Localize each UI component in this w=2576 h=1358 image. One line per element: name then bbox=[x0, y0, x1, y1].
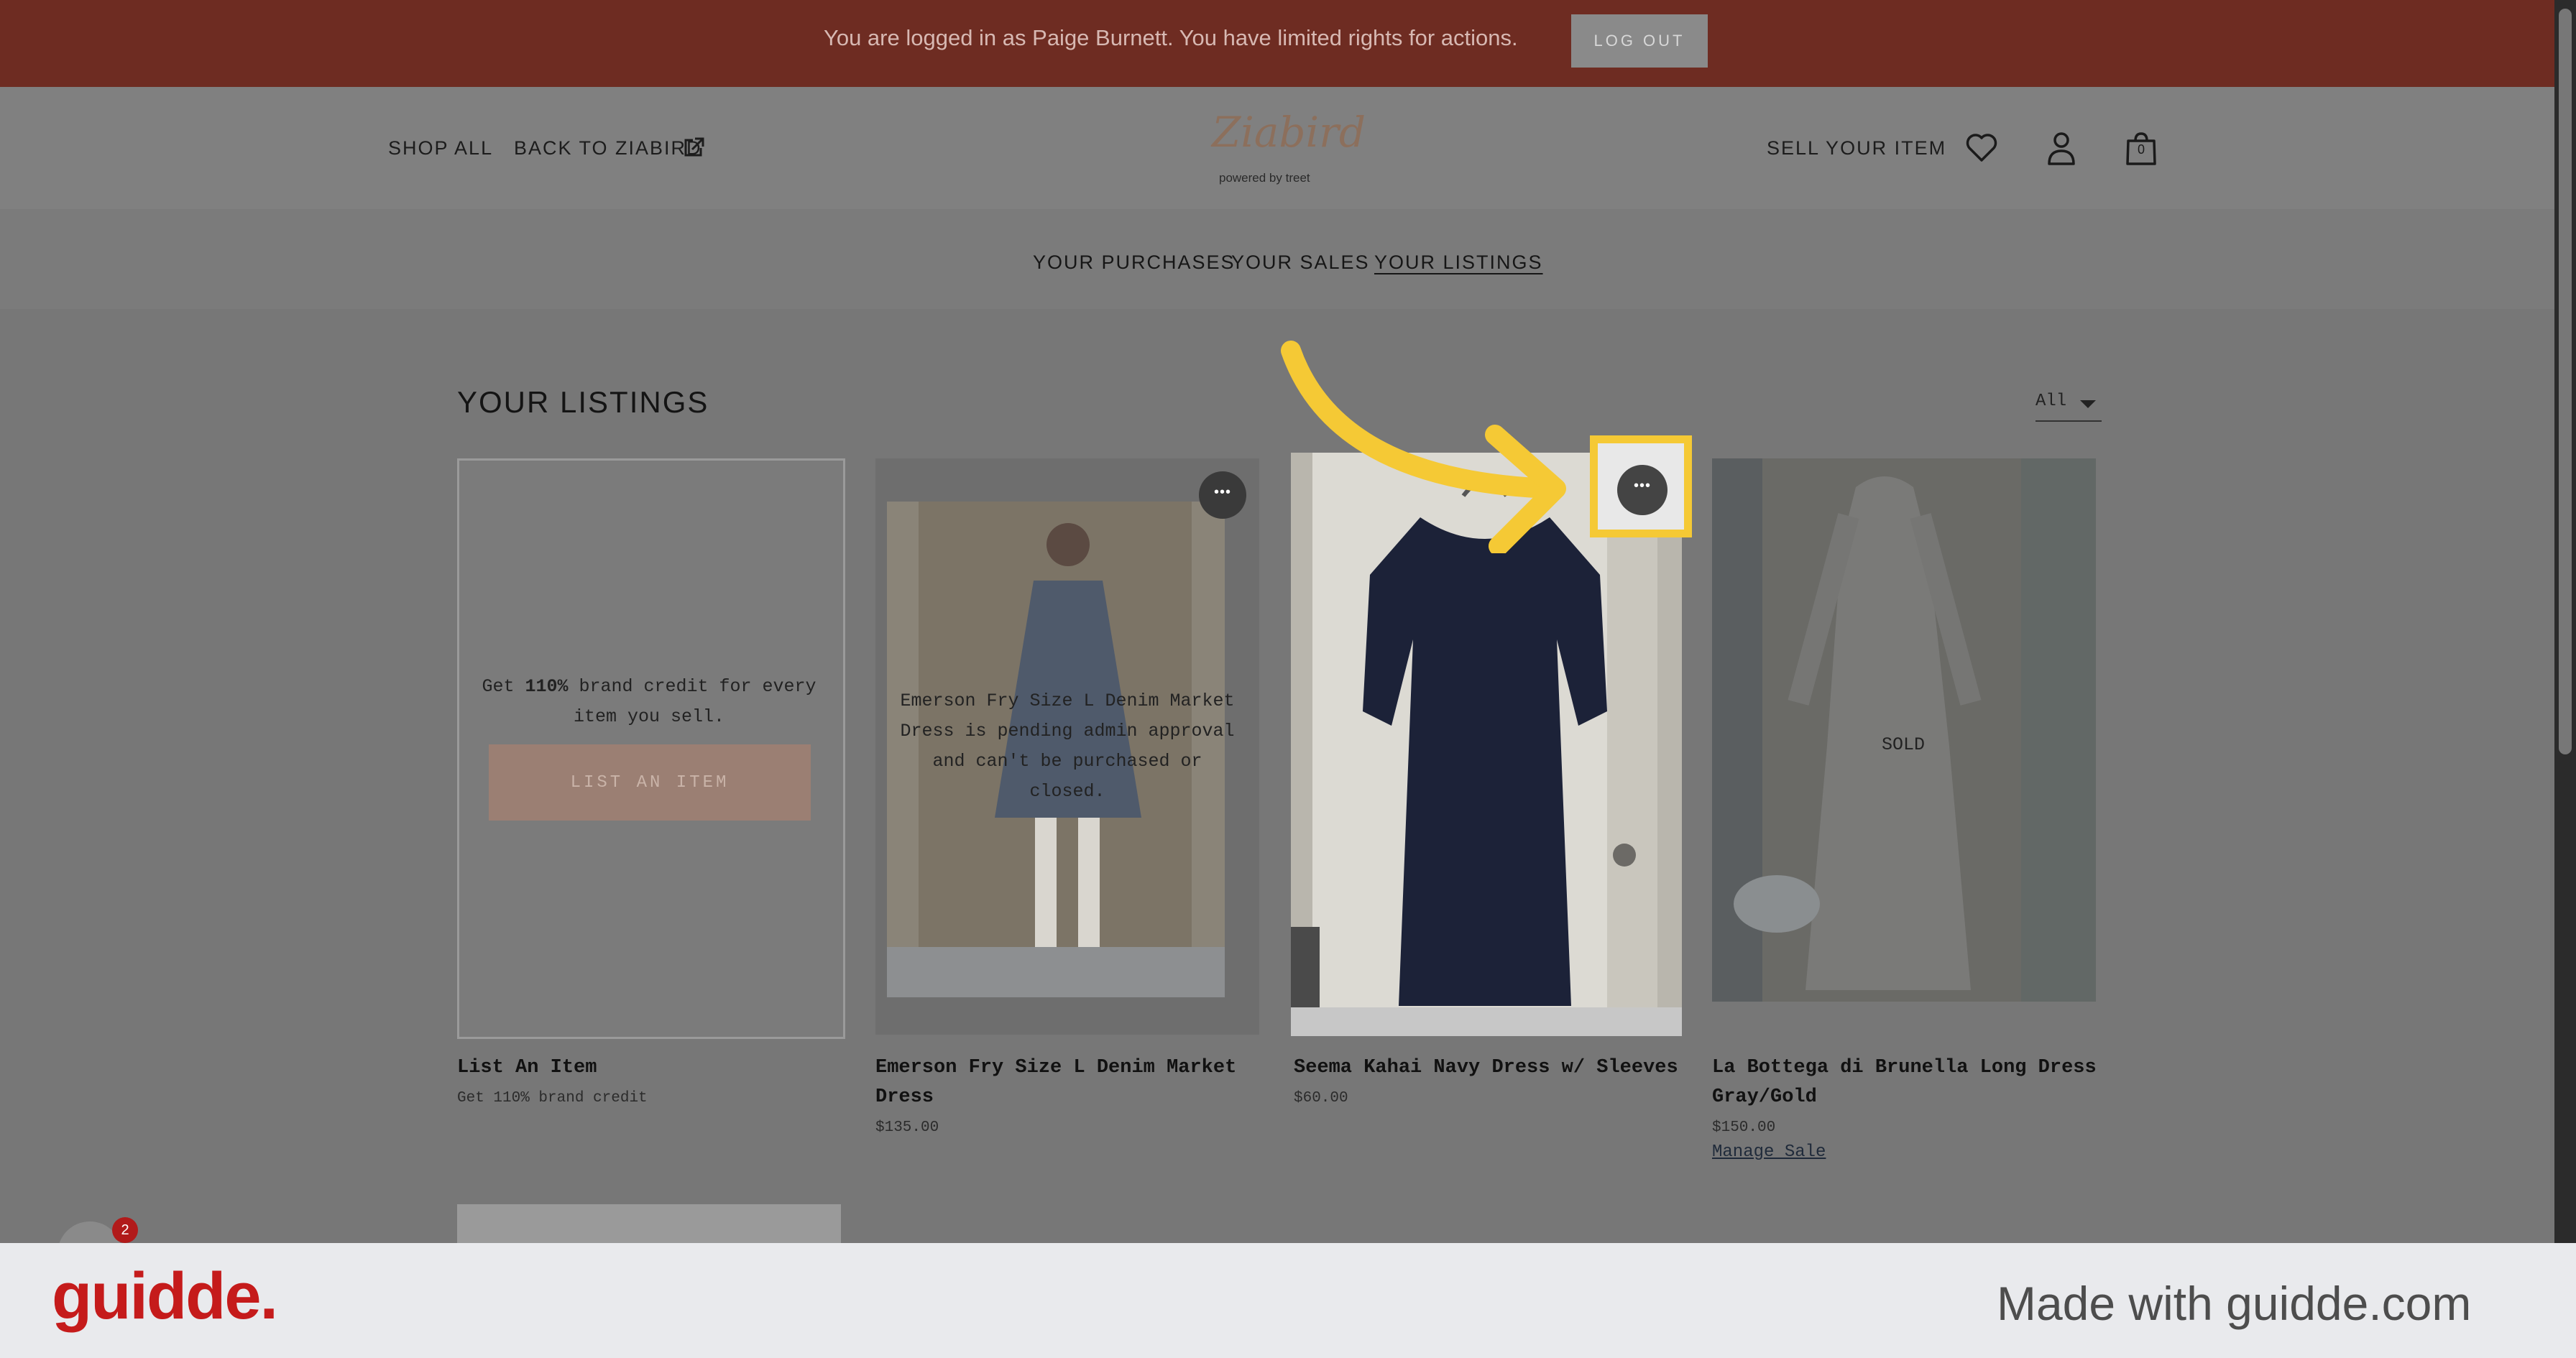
arrow-annotation-icon bbox=[1281, 341, 1566, 553]
listing-more-button[interactable] bbox=[1617, 465, 1668, 515]
nav-sell-item[interactable]: SELL YOUR ITEM bbox=[1767, 137, 1946, 160]
listings-section bbox=[0, 309, 2554, 1243]
heart-icon[interactable] bbox=[1965, 132, 1998, 162]
guidde-logo: guidde. bbox=[52, 1260, 278, 1333]
card-title[interactable]: Emerson Fry Size L Denim Market Dress bbox=[875, 1053, 1249, 1112]
card-subtitle: Get 110% brand credit bbox=[457, 1090, 648, 1107]
tab-your-purchases[interactable]: YOUR PURCHASES bbox=[1033, 251, 1236, 274]
card-title[interactable]: List An Item bbox=[457, 1053, 831, 1083]
list-item-promo: Get 110% brand credit for every item you… bbox=[474, 672, 824, 732]
promo-suffix: brand credit for every item you sell. bbox=[568, 676, 816, 727]
chevron-down-icon bbox=[2080, 400, 2096, 408]
logo[interactable]: Ziabird bbox=[1212, 108, 1366, 157]
nav-back-to-ziabird[interactable]: BACK TO ZIABIRD bbox=[514, 137, 702, 160]
card-title[interactable]: Seema Kahai Navy Dress w/ Sleeves bbox=[1294, 1053, 1682, 1083]
card-title[interactable]: La Bottega di Brunella Long Dress Gray/G… bbox=[1712, 1053, 2100, 1112]
promo-prefix: Get bbox=[482, 676, 525, 697]
listing-image[interactable] bbox=[1712, 458, 2096, 1002]
cart-count: 0 bbox=[2137, 142, 2145, 157]
promo-bold: 110% bbox=[525, 676, 569, 697]
page: You are logged in as Paige Burnett. You … bbox=[0, 0, 2554, 1243]
page-title: YOUR LISTINGS bbox=[457, 385, 709, 419]
manage-sale-link[interactable]: Manage Sale bbox=[1712, 1142, 1826, 1162]
tab-your-sales[interactable]: YOUR SALES bbox=[1231, 251, 1370, 274]
card-price: $60.00 bbox=[1294, 1090, 1348, 1107]
user-icon[interactable] bbox=[2046, 131, 2077, 167]
logo-powered-by: powered by treet bbox=[1219, 171, 1310, 185]
dress-photo bbox=[1712, 458, 2096, 1002]
made-with-text: Made with guidde.com bbox=[1997, 1277, 2472, 1330]
nav-shop-all[interactable]: SHOP ALL bbox=[388, 137, 493, 160]
login-message: You are logged in as Paige Burnett. You … bbox=[824, 25, 1518, 50]
card-price: $150.00 bbox=[1712, 1119, 1776, 1136]
pending-approval-note: Emerson Fry Size L Denim Market Dress is… bbox=[900, 690, 1235, 802]
filter-value: All bbox=[2036, 392, 2067, 411]
scrollbar-thumb[interactable] bbox=[2559, 9, 2572, 754]
chat-badge: 2 bbox=[112, 1217, 138, 1243]
external-link-icon bbox=[684, 137, 704, 157]
logout-button[interactable]: LOG OUT bbox=[1571, 14, 1708, 68]
listing-image[interactable] bbox=[457, 1204, 841, 1243]
nav-back-label: BACK TO ZIABIRD bbox=[514, 137, 702, 159]
tab-your-listings[interactable]: YOUR LISTINGS bbox=[1374, 251, 1543, 274]
listing-filter-select[interactable]: All bbox=[2036, 392, 2102, 422]
list-an-item-button[interactable]: LIST AN ITEM bbox=[489, 744, 811, 821]
card-price: $135.00 bbox=[875, 1119, 939, 1136]
sold-badge: SOLD bbox=[1882, 734, 1926, 755]
listing-more-button[interactable] bbox=[1199, 471, 1246, 519]
